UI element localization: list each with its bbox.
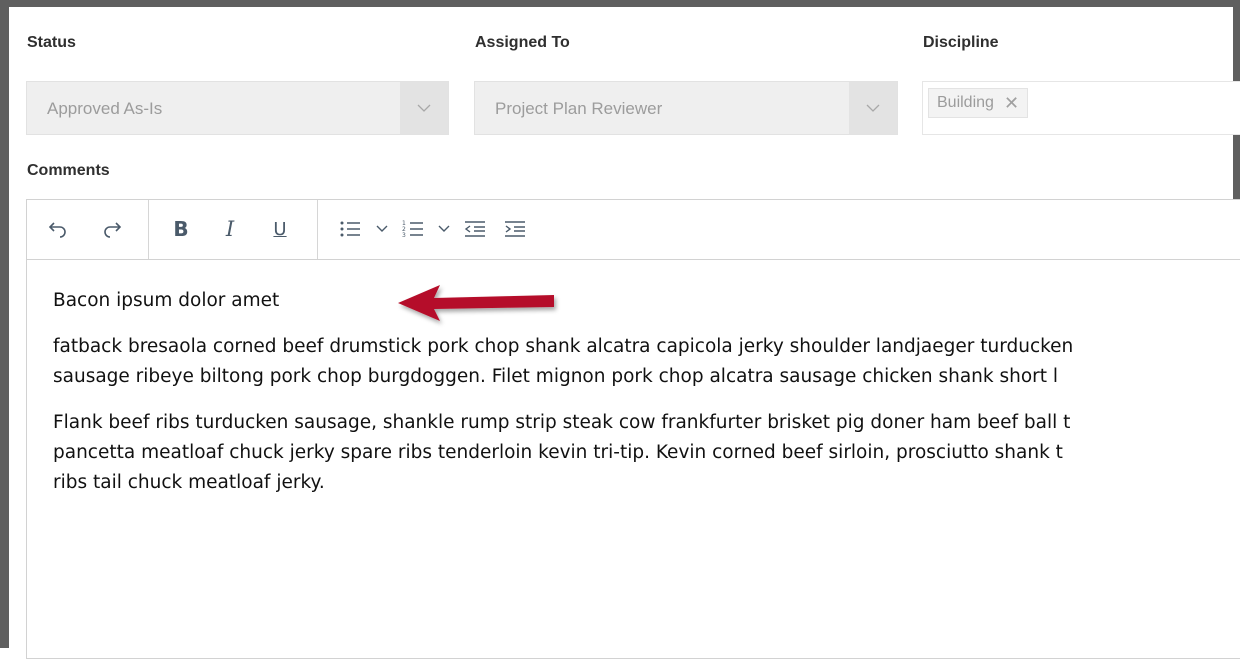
comments-editor[interactable]: B I U 123 Bacon ipsum dolor amet fatback… bbox=[26, 199, 1240, 659]
assigned-to-value: Project Plan Reviewer bbox=[495, 99, 663, 118]
discipline-label: Discipline bbox=[923, 34, 999, 51]
bold-button[interactable]: B bbox=[167, 214, 195, 244]
annotation-arrow-icon bbox=[398, 285, 554, 321]
underline-button[interactable]: U bbox=[267, 214, 293, 244]
chevron-down-icon[interactable] bbox=[374, 214, 390, 244]
form-panel: Status Approved As-Is Assigned To Projec… bbox=[0, 0, 1240, 659]
italic-button[interactable]: I bbox=[217, 214, 243, 244]
remove-tag-icon[interactable]: ✕ bbox=[1004, 94, 1019, 112]
indent-icon[interactable] bbox=[502, 214, 528, 244]
paragraph-line: Flank beef ribs turducken sausage, shank… bbox=[53, 412, 1071, 433]
numbered-list-icon[interactable]: 123 bbox=[399, 214, 427, 244]
paragraph-line: pancetta meatloaf chuck jerky spare ribs… bbox=[53, 442, 1063, 463]
paragraph-1: Bacon ipsum dolor amet bbox=[53, 286, 1240, 316]
toolbar-separator bbox=[317, 200, 318, 259]
comments-label: Comments bbox=[27, 162, 110, 179]
assigned-to-select[interactable]: Project Plan Reviewer bbox=[474, 81, 898, 135]
paragraph-3: Flank beef ribs turducken sausage, shank… bbox=[53, 408, 1240, 498]
outdent-icon[interactable] bbox=[462, 214, 488, 244]
editor-toolbar: B I U 123 bbox=[27, 200, 1240, 260]
paragraph-line: sausage ribeye biltong pork chop burgdog… bbox=[53, 366, 1059, 387]
paragraph-line: Bacon ipsum dolor amet bbox=[53, 290, 280, 311]
redo-icon[interactable] bbox=[97, 214, 127, 244]
toolbar-separator bbox=[148, 200, 149, 259]
status-value: Approved As-Is bbox=[47, 99, 163, 118]
chevron-down-icon bbox=[866, 104, 880, 112]
svg-text:3: 3 bbox=[402, 232, 406, 239]
editor-content[interactable]: Bacon ipsum dolor amet fatback bresaola … bbox=[53, 286, 1240, 514]
bullet-list-icon[interactable] bbox=[336, 214, 364, 244]
chevron-down-icon bbox=[417, 104, 431, 112]
assigned-to-label: Assigned To bbox=[475, 34, 570, 51]
status-select[interactable]: Approved As-Is bbox=[26, 81, 449, 135]
tag-label: Building bbox=[937, 94, 994, 111]
chevron-down-icon[interactable] bbox=[436, 214, 452, 244]
discipline-tag-input[interactable]: Building ✕ bbox=[922, 81, 1240, 135]
status-dropdown-toggle[interactable] bbox=[400, 82, 448, 134]
undo-icon[interactable] bbox=[43, 214, 73, 244]
paragraph-line: ribs tail chuck meatloaf jerky. bbox=[53, 472, 325, 493]
assigned-to-dropdown-toggle[interactable] bbox=[849, 82, 897, 134]
status-label: Status bbox=[27, 34, 76, 51]
paragraph-line: fatback bresaola corned beef drumstick p… bbox=[53, 336, 1074, 357]
paragraph-2: fatback bresaola corned beef drumstick p… bbox=[53, 332, 1240, 392]
discipline-tag-building: Building ✕ bbox=[928, 88, 1029, 118]
